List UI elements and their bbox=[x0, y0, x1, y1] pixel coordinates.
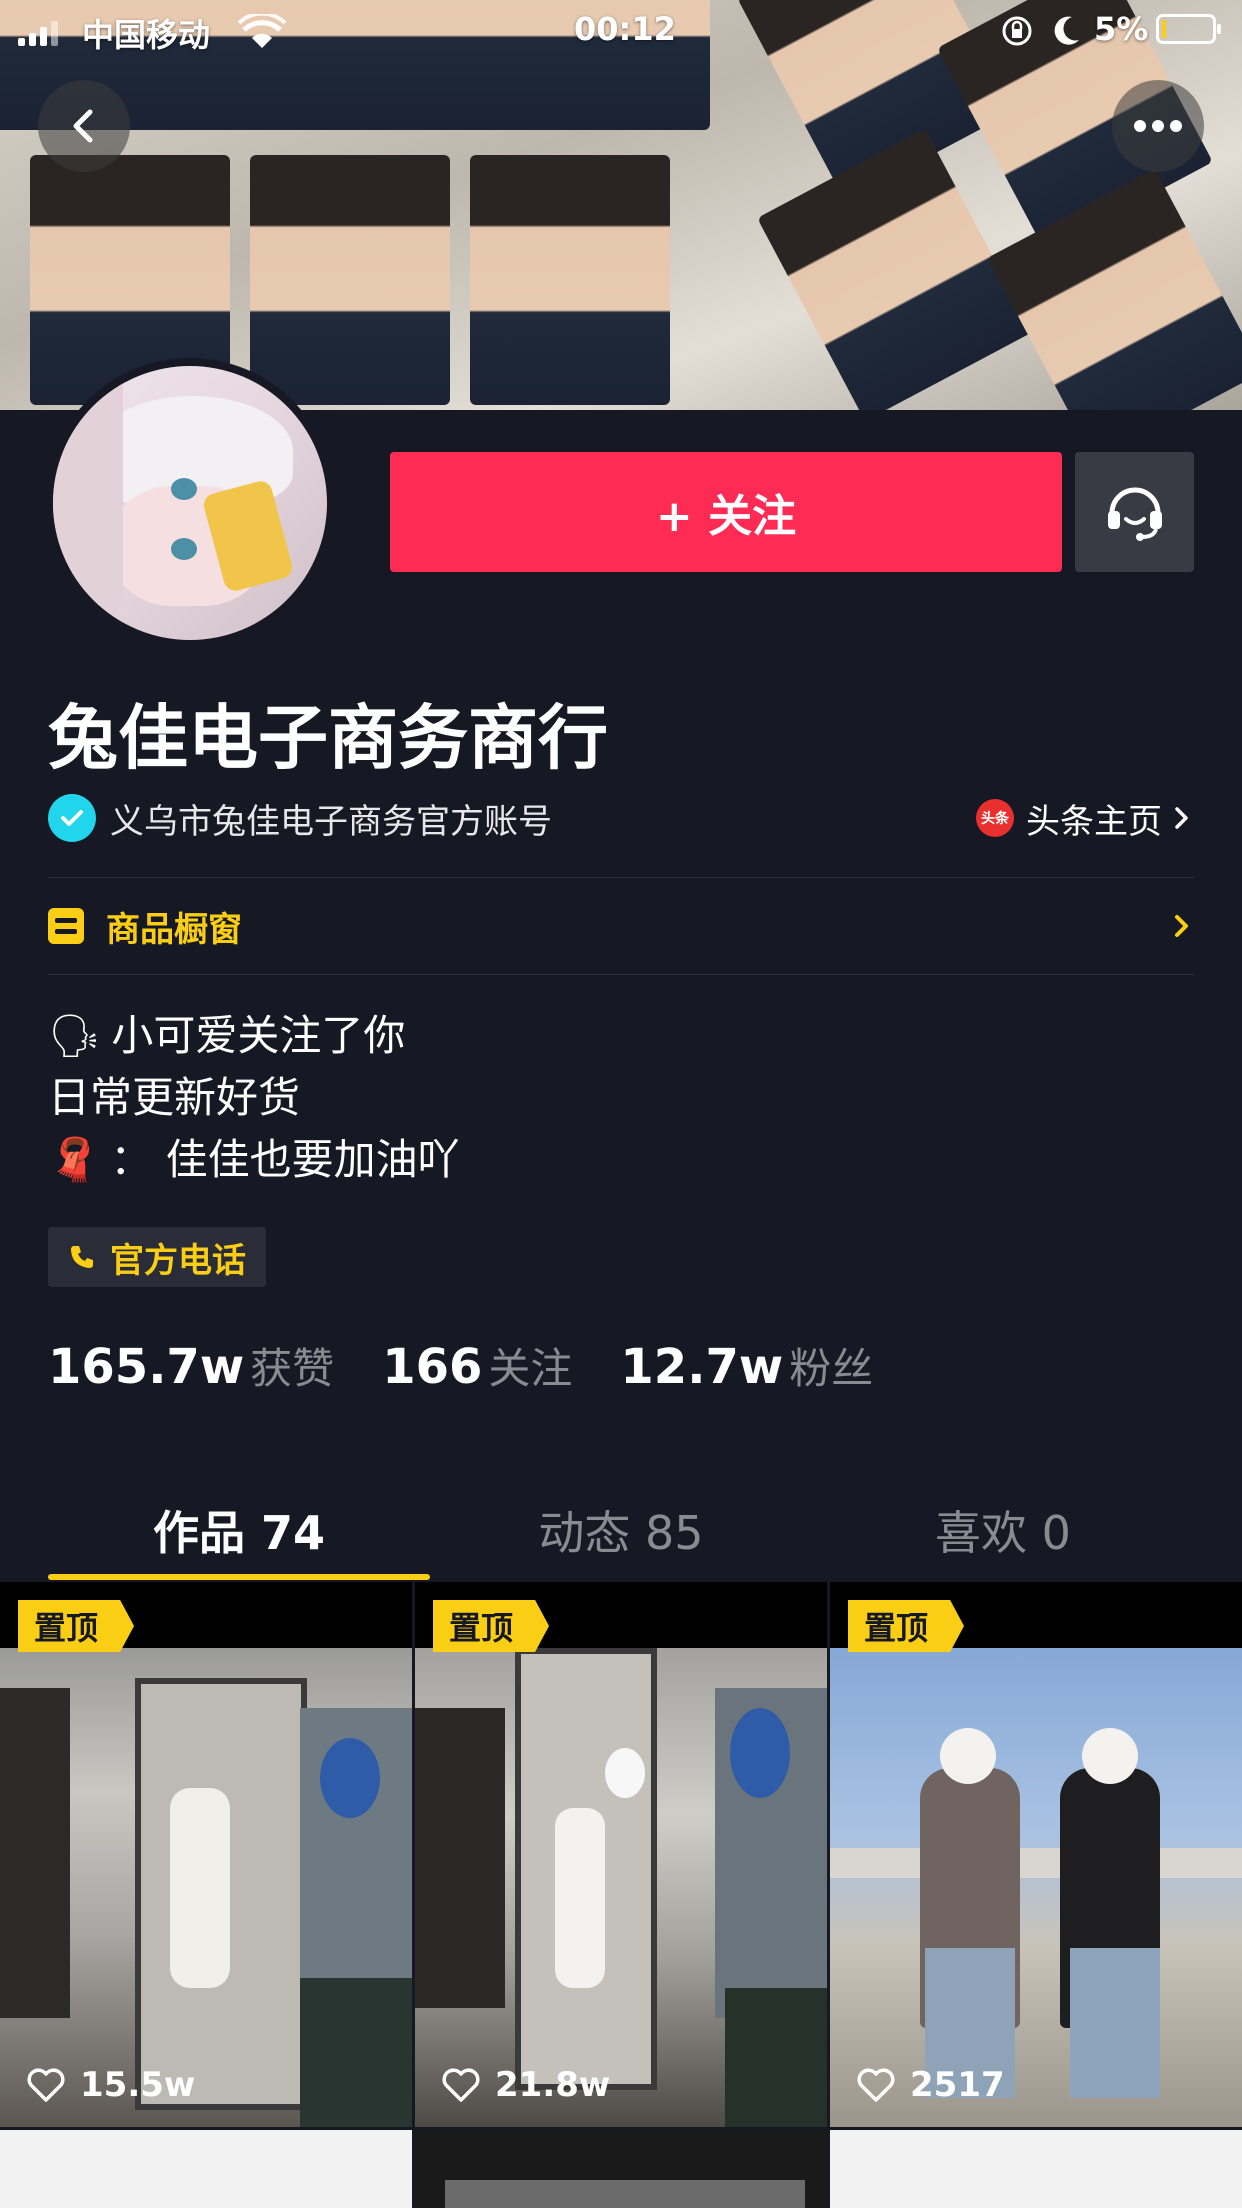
video-likes: 2517 bbox=[856, 2060, 1005, 2110]
carrier-name: 中国移动 bbox=[82, 16, 211, 54]
more-dots-icon bbox=[1134, 120, 1182, 132]
bio-text: 日常更新好货 bbox=[48, 1073, 301, 1122]
following-count[interactable]: 166 bbox=[382, 1339, 482, 1395]
moon-icon bbox=[1054, 16, 1079, 45]
chevron-left-icon bbox=[73, 109, 93, 143]
thumbnail-image bbox=[415, 1648, 827, 2127]
toutiao-label: 头条主页 bbox=[1026, 801, 1162, 842]
phone-label: 官方电话 bbox=[110, 1240, 246, 1281]
avatar[interactable] bbox=[45, 358, 335, 648]
bio: 🗣 小可爱关注了你 日常更新好货 🧣 ： 佳佳也要加油吖 bbox=[48, 1005, 460, 1191]
back-button[interactable] bbox=[38, 80, 130, 172]
battery-percent: 5% bbox=[1094, 10, 1149, 48]
thumbnail-image bbox=[830, 1648, 1242, 2127]
product-showcase-row[interactable]: 商品橱窗 bbox=[48, 878, 1194, 974]
following-label[interactable]: 关注 bbox=[488, 1335, 572, 1396]
pinned-badge: 置顶 bbox=[433, 1600, 550, 1652]
more-button[interactable] bbox=[1112, 80, 1204, 172]
toutiao-homepage-link[interactable]: 头条 头条主页 bbox=[976, 794, 1194, 843]
profile-cover-image bbox=[0, 0, 1242, 410]
signal-icon bbox=[18, 20, 58, 46]
video-grid: 置顶 15.5w 置顶 21.8w 置顶 2517 bbox=[0, 1582, 1242, 2208]
bio-line: 日常更新好货 bbox=[48, 1067, 460, 1129]
status-bar: 中国移动 00:12 5% bbox=[0, 0, 1242, 60]
rotation-lock-icon bbox=[1002, 16, 1032, 46]
bio-line: 🧣 ： 佳佳也要加油吖 bbox=[48, 1129, 460, 1191]
video-thumbnail[interactable] bbox=[415, 2130, 827, 2208]
bio-text: 小可爱关注了你 bbox=[111, 1011, 406, 1060]
pinned-badge: 置顶 bbox=[848, 1600, 965, 1652]
wifi-icon bbox=[238, 14, 286, 48]
likes-count: 21.8w bbox=[495, 2065, 611, 2105]
verification-row: 义乌市兔佳电子商务官方账号 头条 头条主页 bbox=[48, 790, 1194, 846]
verified-account-text: 义乌市兔佳电子商务官方账号 bbox=[110, 801, 552, 842]
battery-icon bbox=[1156, 14, 1221, 44]
shop-icon bbox=[48, 908, 84, 944]
speaking-head-icon: 🗣 bbox=[48, 1011, 102, 1060]
pinned-badge: 置顶 bbox=[18, 1600, 135, 1652]
likes-count: 165.7w bbox=[48, 1339, 245, 1395]
fans-count[interactable]: 12.7w bbox=[620, 1339, 783, 1395]
scarf-icon: 🧣 bbox=[48, 1135, 101, 1184]
phone-icon bbox=[71, 1246, 93, 1268]
official-phone-button[interactable]: 官方电话 bbox=[48, 1227, 266, 1287]
heart-icon bbox=[442, 2068, 480, 2102]
bio-text: ： 佳佳也要加油吖 bbox=[110, 1135, 460, 1184]
message-button[interactable] bbox=[1075, 452, 1194, 572]
heart-icon bbox=[857, 2068, 895, 2102]
fans-label[interactable]: 粉丝 bbox=[789, 1335, 873, 1396]
divider bbox=[48, 974, 1194, 975]
tab-works[interactable]: 作品 74 bbox=[48, 1480, 430, 1580]
content-tabs: 作品 74 动态 85 喜欢 0 bbox=[48, 1480, 1194, 1580]
likes-label: 获赞 bbox=[250, 1344, 335, 1393]
tab-indicator bbox=[48, 1574, 430, 1580]
headset-icon bbox=[1107, 487, 1162, 541]
toutiao-icon: 头条 bbox=[976, 799, 1014, 837]
bio-line: 🗣 小可爱关注了你 bbox=[48, 1005, 460, 1067]
likes-count: 2517 bbox=[910, 2065, 1005, 2105]
chevron-right-icon bbox=[1175, 807, 1188, 829]
video-thumbnail[interactable]: 置顶 2517 bbox=[830, 1582, 1242, 2127]
avatar-image bbox=[53, 366, 327, 640]
video-thumbnail[interactable] bbox=[0, 2130, 412, 2208]
video-likes: 15.5w bbox=[26, 2060, 195, 2110]
heart-icon bbox=[27, 2068, 65, 2102]
profile-name: 兔佳电子商务商行 bbox=[48, 697, 608, 779]
video-thumbnail[interactable] bbox=[830, 2130, 1242, 2208]
likes-count: 15.5w bbox=[80, 2065, 196, 2105]
tab-dynamics[interactable]: 动态 85 bbox=[430, 1480, 812, 1580]
clock: 00:12 bbox=[574, 10, 676, 48]
stats-row: 165.7w 获赞 166 关注 12.7w 粉丝 bbox=[48, 1335, 921, 1396]
follow-button[interactable]: + 关注 bbox=[390, 452, 1062, 572]
showcase-label: 商品橱窗 bbox=[106, 909, 242, 950]
tab-likes[interactable]: 喜欢 0 bbox=[812, 1480, 1194, 1580]
video-thumbnail[interactable]: 置顶 15.5w bbox=[0, 1582, 412, 2127]
video-likes: 21.8w bbox=[441, 2060, 610, 2110]
chevron-right-icon bbox=[1175, 915, 1188, 937]
video-thumbnail[interactable]: 置顶 21.8w bbox=[415, 1582, 827, 2127]
thumbnail-image bbox=[0, 1648, 412, 2127]
check-badge-icon bbox=[48, 794, 96, 842]
